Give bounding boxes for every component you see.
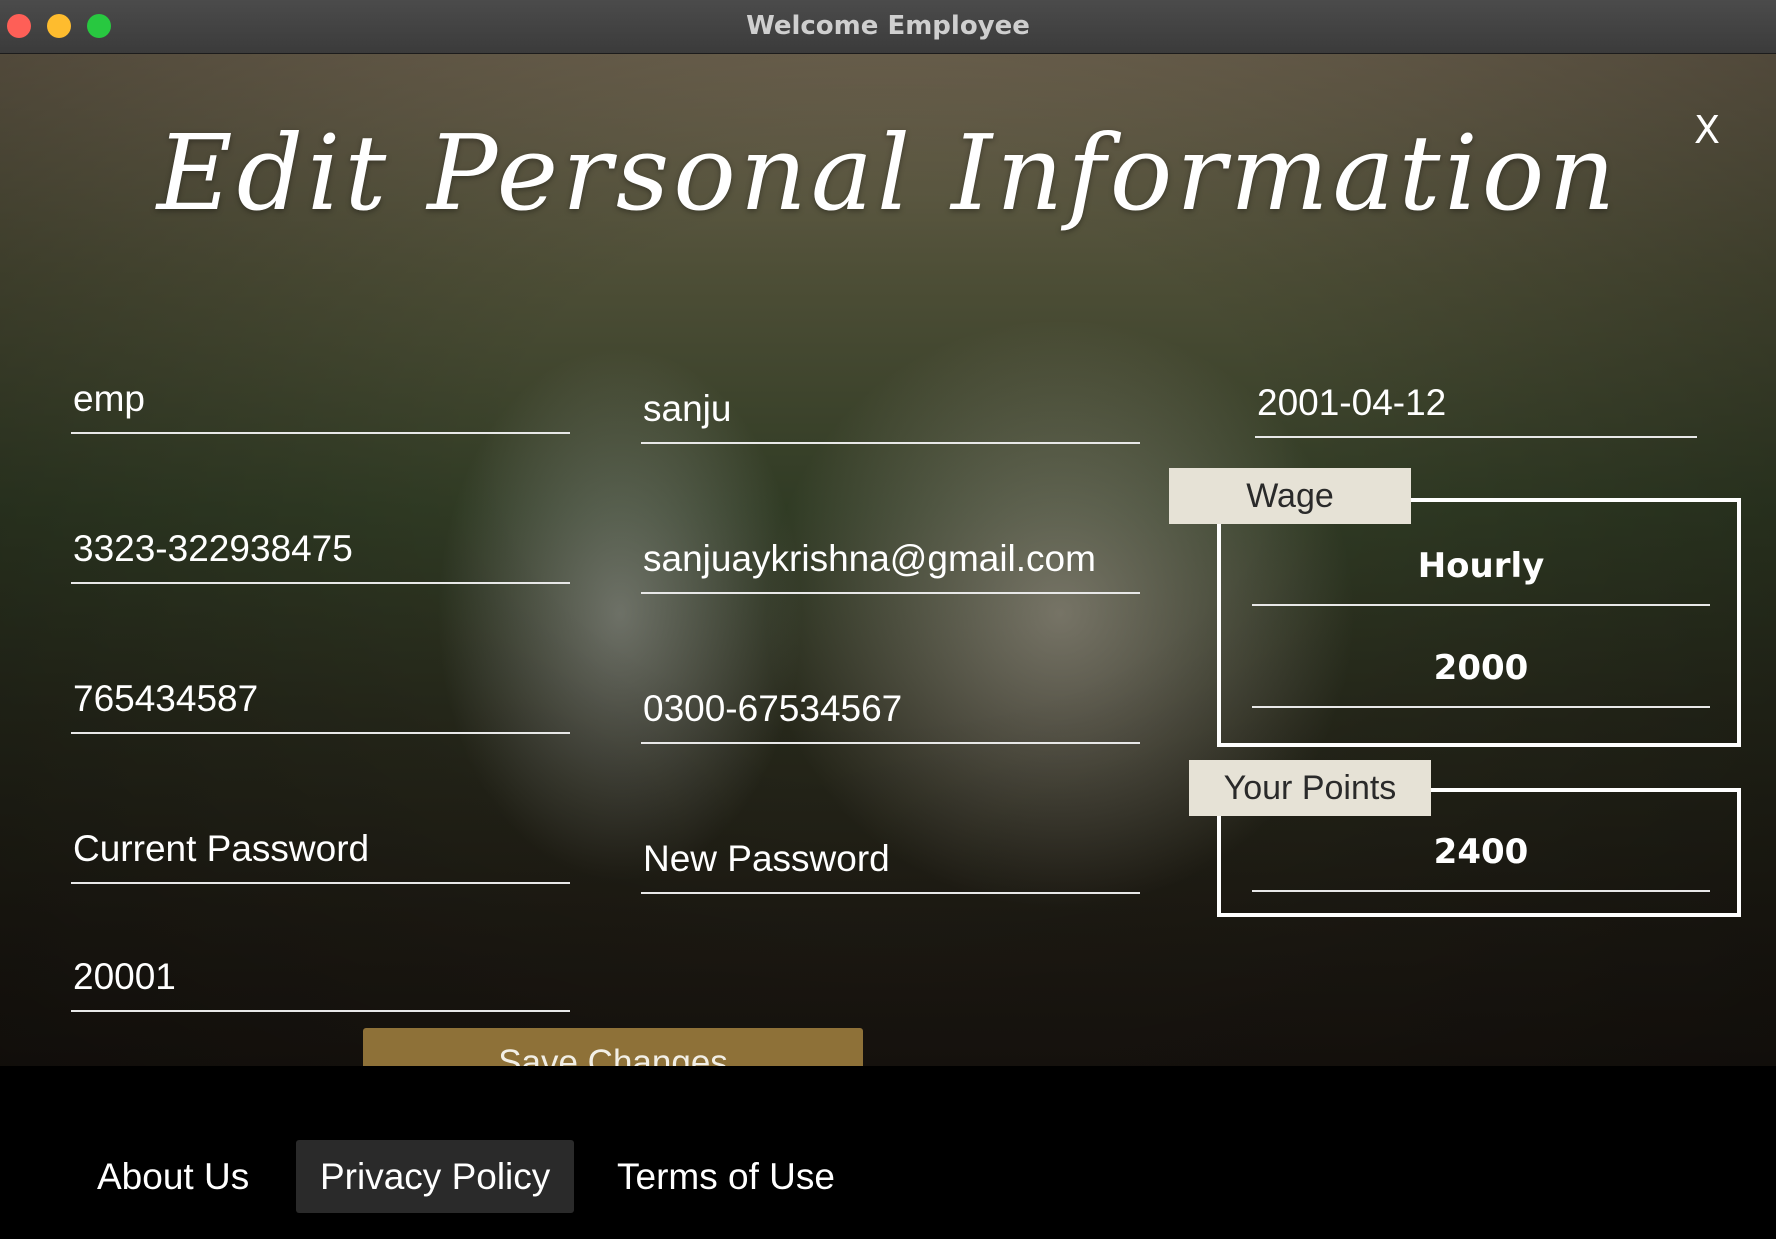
email-field — [641, 522, 1140, 594]
new-password-input[interactable] — [643, 838, 1133, 880]
account-input[interactable] — [73, 678, 563, 720]
dob-input[interactable] — [1257, 382, 1687, 424]
footer: About Us Privacy Policy Terms of Use — [0, 1066, 1776, 1239]
username-field — [71, 362, 570, 434]
new-password-field — [641, 822, 1140, 894]
cnic-field — [71, 512, 570, 584]
points-tag: Your Points — [1189, 760, 1431, 816]
dob-field — [1255, 366, 1697, 438]
username-input[interactable] — [73, 378, 563, 420]
title-bar: Welcome Employee — [0, 0, 1776, 54]
email-input[interactable] — [643, 538, 1133, 580]
phone-input[interactable] — [643, 688, 1133, 730]
current-password-input[interactable] — [73, 828, 563, 870]
wage-type-field — [1252, 512, 1710, 606]
current-password-field — [71, 812, 570, 884]
footer-link-terms-of-use[interactable]: Terms of Use — [593, 1140, 859, 1213]
first-name-field — [641, 372, 1140, 444]
account-field — [71, 662, 570, 734]
wage-amount-field — [1252, 614, 1710, 708]
points-input[interactable] — [1252, 832, 1710, 872]
first-name-input[interactable] — [643, 388, 1133, 430]
zip-input[interactable] — [73, 956, 563, 998]
zip-field — [71, 940, 570, 1012]
page-title: Edit Personal Information — [156, 112, 1620, 234]
wage-amount-input[interactable] — [1252, 648, 1710, 688]
wage-tag: Wage — [1169, 468, 1411, 524]
phone-field — [641, 672, 1140, 744]
footer-link-privacy-policy[interactable]: Privacy Policy — [296, 1140, 575, 1213]
cnic-input[interactable] — [73, 528, 563, 570]
wage-panel — [1217, 498, 1741, 747]
wage-type-input[interactable] — [1252, 546, 1710, 586]
footer-link-about-us[interactable]: About Us — [73, 1140, 273, 1213]
window-title: Welcome Employee — [746, 11, 1030, 41]
